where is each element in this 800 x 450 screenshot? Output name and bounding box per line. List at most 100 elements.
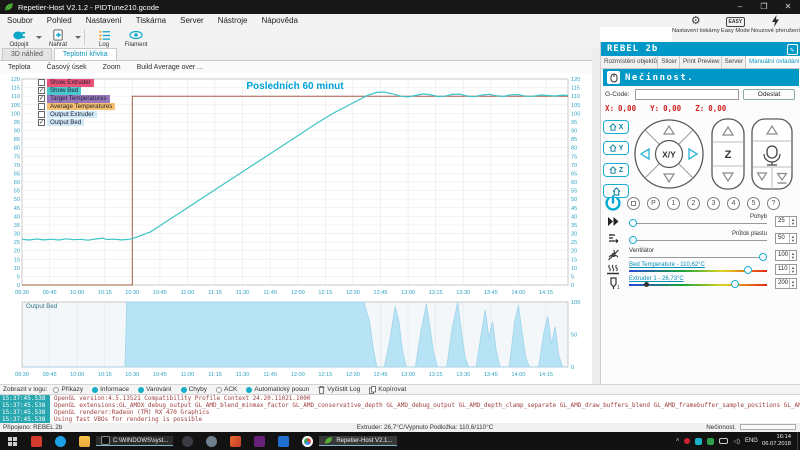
log-button-prikazy[interactable]: Příkazy	[53, 386, 83, 393]
extruder-temp-value-input[interactable]: 200▲▼	[775, 278, 797, 289]
log-button-ack[interactable]: ACK	[216, 386, 237, 393]
taskbar-app-chrome[interactable]	[295, 432, 319, 450]
bed-temp-slider[interactable]	[629, 270, 767, 272]
menu-tiskarna[interactable]: Tiskárna	[129, 16, 173, 25]
legend-checkbox-output-bed[interactable]: ✓	[38, 119, 45, 126]
language-indicator[interactable]: ENG	[745, 438, 758, 444]
stop-motors-button[interactable]	[627, 197, 640, 210]
filament-button[interactable]: Filament	[120, 27, 152, 48]
spinner-arrows-icon[interactable]: ▲▼	[789, 279, 796, 288]
spinner-arrows-icon[interactable]: ▲▼	[789, 251, 796, 260]
home-z-button[interactable]: Z	[603, 163, 629, 177]
taskbar-task-repetier[interactable]: Repetier-Host V2.1...	[319, 436, 397, 446]
taskbar-app-explorer[interactable]	[72, 432, 96, 450]
log-button-varovani[interactable]: Varování	[138, 386, 172, 393]
disconnect-button[interactable]: Odpojit	[3, 27, 35, 48]
output-chart[interactable]: 09:3009:4510:0010:1510:3010:4511:0011:15…	[2, 299, 592, 384]
macro-button-1[interactable]: 1	[667, 197, 680, 210]
load-dropdown[interactable]	[74, 27, 81, 48]
tab-3d-view[interactable]: 3D náhled	[2, 48, 52, 60]
speed-value-input[interactable]: 25▲▼	[775, 216, 797, 227]
close-button[interactable]: ✕	[776, 0, 800, 14]
log-button-automaticky-posun[interactable]: Automatický posun	[246, 386, 309, 393]
flow-slider[interactable]	[629, 240, 767, 241]
chart-menu-teplota[interactable]: Teplota	[0, 64, 39, 71]
menu-server[interactable]: Server	[173, 16, 211, 25]
home-x-button[interactable]: X	[603, 120, 629, 134]
extruder-temp-label[interactable]: Extruder 1 - 26,73°C	[629, 276, 684, 282]
fan-slider[interactable]	[629, 257, 767, 258]
macro-button-3[interactable]: 3	[707, 197, 720, 210]
taskbar-app-mail[interactable]	[271, 432, 295, 450]
taskbar-app-git[interactable]	[175, 432, 199, 450]
tab-temperature-curve[interactable]: Teplotní křivka	[54, 48, 117, 60]
panel-tab-slicer[interactable]: Slicer	[658, 56, 680, 68]
easy-mode-button[interactable]: EASY Easy Mode	[721, 15, 750, 45]
menu-nastaveni[interactable]: Nastavení	[79, 16, 129, 25]
legend-checkbox-average-temperatures[interactable]	[38, 103, 45, 110]
speed-slider-handle[interactable]	[629, 219, 637, 227]
log-output[interactable]: 15:37:45.538OpenGL version:4.5.13521 Com…	[0, 395, 800, 423]
xy-move-pad[interactable]: X/Y	[633, 118, 705, 190]
legend-checkbox-show-bed[interactable]: ✓	[38, 87, 45, 94]
speed-slider[interactable]	[629, 223, 767, 224]
flow-value-input[interactable]: 50▲▼	[775, 233, 797, 244]
power-button[interactable]	[604, 195, 622, 211]
menu-napoveda[interactable]: Nápověda	[255, 16, 305, 25]
menu-nastroje[interactable]: Nástroje	[211, 16, 255, 25]
bed-temp-value-input[interactable]: 110▲▼	[775, 264, 797, 275]
panel-splitter[interactable]	[592, 48, 600, 384]
emergency-stop-button[interactable]: Nouzové přerušení	[751, 15, 800, 45]
taskbar-app-antivirus[interactable]	[24, 432, 48, 450]
minimize-button[interactable]: –	[728, 0, 752, 14]
disconnect-dropdown[interactable]	[35, 27, 42, 48]
spinner-arrows-icon[interactable]: ▲▼	[789, 234, 796, 243]
tray-green-icon[interactable]	[707, 438, 714, 445]
macro-button-help[interactable]: ?	[767, 197, 780, 210]
log-button-informace[interactable]: Informace	[92, 386, 129, 393]
panel-tab-manualni-ovladani[interactable]: Manuální ovládání	[746, 56, 800, 68]
taskbar-app-media[interactable]	[223, 432, 247, 450]
macro-button-2[interactable]: 2	[687, 197, 700, 210]
log-button-chyby[interactable]: Chyby	[181, 386, 207, 393]
macro-button-p[interactable]: P	[647, 197, 660, 210]
volume-icon[interactable]: ◁)	[733, 438, 740, 445]
chart-menu-casovy-usek[interactable]: Časový úsek	[39, 64, 95, 71]
spinner-arrows-icon[interactable]: ▲▼	[789, 217, 796, 226]
load-button[interactable]: Nahrát	[42, 27, 74, 48]
panel-tab-print-preview[interactable]: Print Preview	[680, 56, 722, 68]
taskbar-app-vs[interactable]	[247, 432, 271, 450]
extruder-temp-slider-handle[interactable]	[731, 280, 739, 288]
log-toggle-button[interactable]: Log	[88, 27, 120, 48]
extruder-pad[interactable]	[751, 118, 793, 190]
menu-soubor[interactable]: Soubor	[0, 16, 40, 25]
legend-checkbox-show-extruder[interactable]	[38, 79, 45, 86]
tray-app-icon[interactable]	[695, 438, 702, 445]
spinner-arrows-icon[interactable]: ▲▼	[789, 265, 796, 274]
tray-dot-red-icon[interactable]	[684, 438, 690, 444]
taskbar-app-skype[interactable]	[48, 432, 72, 450]
gcode-input[interactable]	[635, 89, 739, 100]
edit-printer-icon[interactable]: ✎	[787, 44, 798, 55]
bed-temp-label[interactable]: Bed Temperature - 110,62°C	[629, 262, 705, 268]
start-button[interactable]	[0, 432, 24, 450]
taskbar-task-cmd[interactable]: C:\WINDOWS\syst...	[96, 436, 173, 446]
legend-checkbox-target-temperatures[interactable]: ✓	[38, 95, 45, 102]
tray-arrow-icon[interactable]: ˄	[676, 438, 680, 444]
macro-button-4[interactable]: 4	[727, 197, 740, 210]
panel-tab-rozmisteni-objektu[interactable]: Rozmístění objektů	[601, 56, 658, 68]
panel-tab-server[interactable]: Server	[722, 56, 746, 68]
taskbar-clock[interactable]: 16:14 06.07.2018	[762, 434, 791, 448]
extruder-temp-slider[interactable]	[629, 284, 767, 286]
printer-settings-button[interactable]: ⚙ Nastavení tiskárny	[672, 15, 720, 45]
bed-temp-slider-handle[interactable]	[744, 266, 752, 274]
gcode-send-button[interactable]: Odeslat	[743, 89, 795, 100]
legend-checkbox-output-extruder[interactable]	[38, 111, 45, 118]
macro-button-5[interactable]: 5	[747, 197, 760, 210]
log-button-vycistit-log[interactable]: Vyčistit Log	[318, 386, 360, 394]
taskbar-app-tools[interactable]	[199, 432, 223, 450]
network-icon[interactable]	[719, 438, 728, 444]
z-move-pad[interactable]: Z	[711, 118, 745, 190]
fan-slider-handle[interactable]	[759, 253, 767, 261]
log-button-kopirovat[interactable]: Kopírovat	[369, 386, 406, 394]
